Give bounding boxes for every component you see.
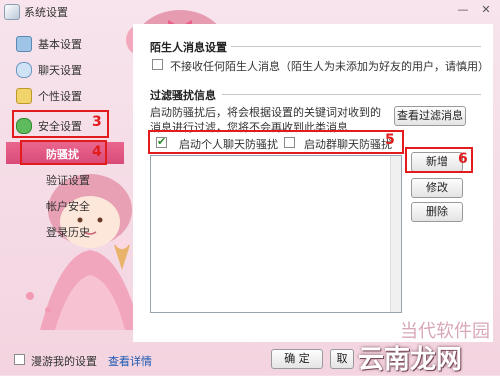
annotation-box-5 bbox=[148, 130, 404, 154]
sidebar-item-label: 聊天设置 bbox=[38, 64, 82, 77]
view-details-link[interactable]: 查看详情 bbox=[108, 353, 152, 369]
annotation-number-4: 4 bbox=[92, 144, 102, 160]
close-button[interactable]: ✕ bbox=[478, 3, 494, 17]
sidebar-item-label: 登录历史 bbox=[46, 226, 90, 239]
sidebar-item-label: 验证设置 bbox=[46, 174, 90, 187]
roam-settings-label: 漫游我的设置 bbox=[31, 355, 97, 368]
filter-description-line1: 启动防骚扰后，将会根据设置的关键词对收到的 bbox=[150, 106, 381, 119]
minimize-button[interactable]: — bbox=[455, 3, 471, 17]
sidebar-item-personal[interactable]: 个性设置 bbox=[6, 82, 124, 108]
app-icon bbox=[4, 4, 20, 20]
section-divider bbox=[222, 94, 481, 95]
delete-keyword-button[interactable]: 删除 bbox=[411, 202, 463, 222]
sidebar-item-label: 帐户安全 bbox=[46, 200, 90, 213]
annotation-number-3: 3 bbox=[92, 114, 102, 130]
settings-window: 系统设置 — ✕ 基本设置 聊天设置 个性设置 安全设置 防骚扰 验证设置 帐户… bbox=[0, 0, 500, 375]
watermark: 当代软件园 云南龙网 bbox=[352, 315, 500, 375]
monitor-icon bbox=[16, 36, 32, 52]
annotation-number-6: 6 bbox=[458, 151, 468, 167]
view-filtered-messages-button[interactable]: 查看过滤消息 bbox=[394, 106, 466, 126]
sidebar-item-account-security[interactable]: 帐户安全 bbox=[6, 194, 124, 216]
chat-icon bbox=[16, 62, 32, 78]
stranger-section-title: 陌生人消息设置 bbox=[150, 41, 227, 54]
sidebar-item-label: 基本设置 bbox=[38, 38, 82, 51]
sidebar-item-verification[interactable]: 验证设置 bbox=[6, 168, 124, 190]
keyword-list[interactable] bbox=[150, 155, 402, 313]
roam-settings-checkbox[interactable] bbox=[14, 354, 25, 365]
sidebar-item-login-history[interactable]: 登录历史 bbox=[6, 220, 124, 242]
edit-keyword-button[interactable]: 修改 bbox=[411, 178, 463, 198]
brush-icon bbox=[16, 88, 32, 104]
title-bar[interactable]: 系统设置 — ✕ bbox=[0, 0, 500, 22]
watermark-line2: 云南龙网 bbox=[358, 345, 463, 375]
section-divider bbox=[231, 46, 481, 47]
stranger-block-label: 不接收任何陌生人消息（陌生人为未添加为好友的用户，请慎用） bbox=[170, 60, 489, 73]
ok-button[interactable]: 确 定 bbox=[271, 349, 323, 369]
sidebar-item-label: 个性设置 bbox=[38, 90, 82, 103]
settings-sidebar: 基本设置 聊天设置 个性设置 安全设置 防骚扰 验证设置 帐户安全 登录历史 bbox=[6, 24, 126, 344]
annotation-number-5: 5 bbox=[385, 132, 395, 148]
settings-content: 陌生人消息设置 不接收任何陌生人消息（陌生人为未添加为好友的用户，请慎用） 过滤… bbox=[133, 24, 493, 342]
sidebar-item-basic[interactable]: 基本设置 bbox=[6, 30, 124, 56]
window-title: 系统设置 bbox=[24, 6, 68, 19]
keyword-list-scrollbar[interactable] bbox=[390, 156, 401, 312]
cancel-button[interactable]: 取 bbox=[330, 349, 354, 369]
filter-section-title: 过滤骚扰信息 bbox=[150, 89, 216, 102]
stranger-block-checkbox[interactable] bbox=[152, 59, 163, 70]
sidebar-item-chat[interactable]: 聊天设置 bbox=[6, 56, 124, 82]
